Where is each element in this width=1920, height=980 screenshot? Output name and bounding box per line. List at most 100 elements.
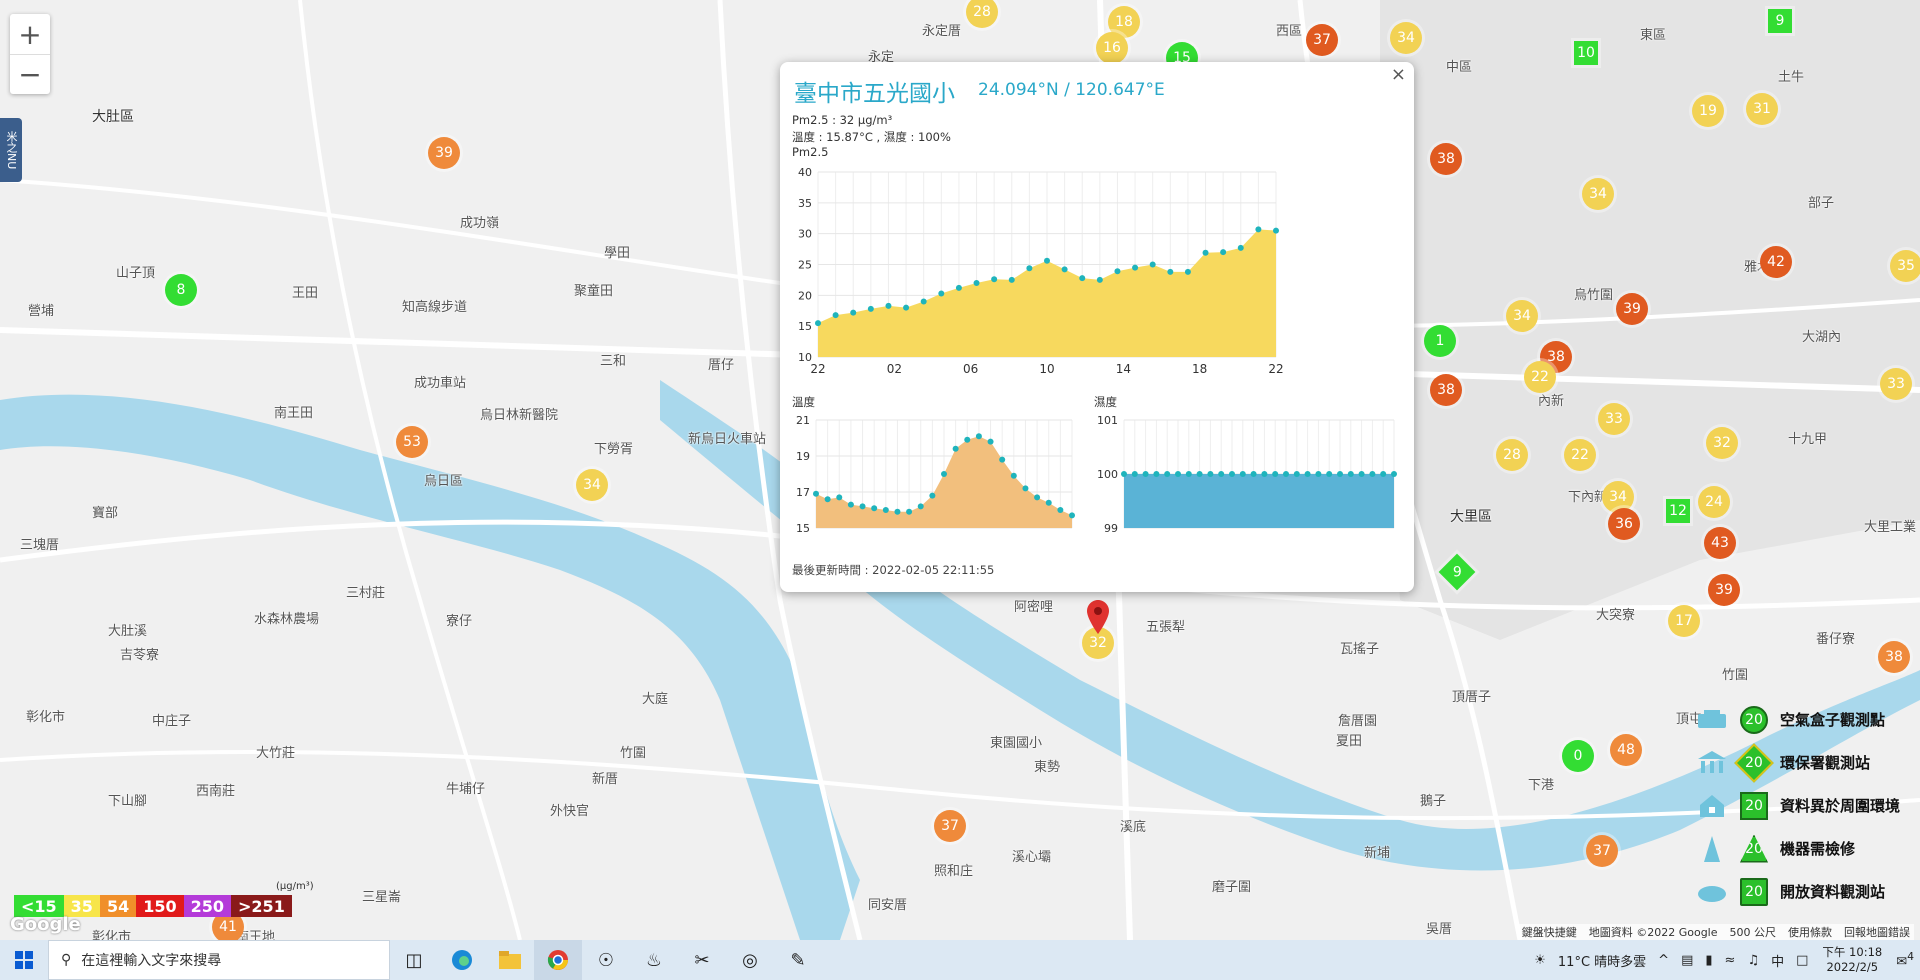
aqi-station-marker[interactable]: 28 xyxy=(1496,439,1528,471)
app-icon-snip[interactable]: ✂ xyxy=(678,940,726,980)
selected-location-pin[interactable] xyxy=(1087,600,1109,638)
zoom-control: + − xyxy=(10,14,50,94)
terms-link[interactable]: 使用條款 xyxy=(1788,924,1832,940)
x-tick-label: 18 xyxy=(1192,362,1207,376)
aqi-station-marker[interactable]: 8 xyxy=(165,274,197,306)
aqi-station-marker[interactable]: 9 xyxy=(1768,9,1792,33)
chart-point xyxy=(955,284,962,291)
chart-point xyxy=(1096,276,1103,283)
aqi-station-marker[interactable]: 39 xyxy=(428,137,460,169)
app-icon-compass[interactable]: ☉ xyxy=(582,940,630,980)
notification-icon[interactable]: ✉4 xyxy=(1890,950,1920,969)
map-place-label: 溪心壩 xyxy=(1012,850,1052,865)
zoom-in-button[interactable]: + xyxy=(10,14,50,54)
chart-point xyxy=(813,490,819,497)
aqi-station-marker[interactable]: 39 xyxy=(1616,293,1648,325)
aqi-station-marker[interactable]: 1 xyxy=(1424,325,1456,357)
map-place-label: 五張犁 xyxy=(1146,620,1186,635)
map-place-label: 東園國小 xyxy=(990,736,1043,751)
network-icon[interactable]: ▤ xyxy=(1675,953,1699,968)
map-place-label: 頂厝子 xyxy=(1452,690,1492,705)
aqi-station-marker[interactable]: 19 xyxy=(1692,95,1724,127)
zoom-out-button[interactable]: − xyxy=(10,54,50,94)
taskbar-clock[interactable]: 下午 10:18 2022/2/5 xyxy=(1814,945,1890,975)
chevron-up-icon[interactable]: ^ xyxy=(1652,953,1675,968)
y-tick-label: 15 xyxy=(796,522,810,535)
report-error-link[interactable]: 回報地圖錯誤 xyxy=(1844,924,1910,940)
aqi-station-marker[interactable]: 38 xyxy=(1430,374,1462,406)
chart-point xyxy=(1202,249,1209,256)
app-icon-notes[interactable]: ✎ xyxy=(774,940,822,980)
aqi-station-marker[interactable]: 17 xyxy=(1668,605,1700,637)
aqi-station-marker[interactable]: 53 xyxy=(396,426,428,458)
weather-text[interactable]: 11°C 晴時多雲 xyxy=(1552,951,1652,970)
legend-count-badge: 20 xyxy=(1739,791,1768,820)
chart-point xyxy=(906,508,913,515)
y-tick-label: 25 xyxy=(798,259,812,272)
app-icon-blender[interactable]: ◎ xyxy=(726,940,774,980)
y-tick-label: 15 xyxy=(798,320,812,333)
ime-mode-icon[interactable]: □ xyxy=(1790,953,1814,968)
map-place-label: 同安厝 xyxy=(868,898,908,913)
weather-icon[interactable]: ☀ xyxy=(1528,953,1552,968)
language-tab[interactable]: 米之NU xyxy=(0,118,22,182)
aqi-station-marker[interactable]: 32 xyxy=(1706,427,1738,459)
aqi-station-marker[interactable]: 22 xyxy=(1564,439,1596,471)
scale-unit: (μg/m³) xyxy=(276,881,314,892)
aqi-station-marker[interactable]: 0 xyxy=(1562,740,1594,772)
aqi-station-marker[interactable]: 34 xyxy=(1582,178,1614,210)
aqi-station-marker[interactable]: 24 xyxy=(1698,486,1730,518)
chart-point xyxy=(1272,471,1279,477)
aqi-station-marker[interactable]: 33 xyxy=(1598,403,1630,435)
distance-scale[interactable]: 500 公尺 xyxy=(1730,924,1777,940)
aqi-station-marker[interactable]: 34 xyxy=(576,469,608,501)
windows-start-icon[interactable] xyxy=(0,940,48,980)
keyboard-shortcuts-link[interactable]: 鍵盤快捷鍵 xyxy=(1522,924,1577,940)
aqi-station-marker[interactable]: 34 xyxy=(1390,22,1422,54)
popup-charts: 1015202530354022 02 06 10 14 18 22151719219910… xyxy=(796,166,1397,535)
task-view-icon[interactable]: ◫ xyxy=(390,940,438,980)
chart-point xyxy=(847,501,854,508)
aqi-station-marker[interactable]: 37 xyxy=(1306,24,1338,56)
edge-browser-icon[interactable] xyxy=(438,940,486,980)
ime-indicator[interactable]: 中 xyxy=(1765,951,1790,970)
battery-icon[interactable]: ▮ xyxy=(1699,953,1718,968)
aqi-station-marker[interactable]: 10 xyxy=(1574,41,1598,65)
aqi-station-marker[interactable]: 16 xyxy=(1096,32,1128,64)
volume-icon[interactable]: ♫ xyxy=(1741,953,1765,968)
aqi-station-marker[interactable]: 12 xyxy=(1666,499,1690,523)
aqi-station-marker[interactable]: 37 xyxy=(1586,835,1618,867)
aqi-station-marker[interactable]: 36 xyxy=(1608,508,1640,540)
scale-swatch: 250 xyxy=(183,895,232,917)
chrome-icon[interactable] xyxy=(534,940,582,980)
aqi-station-marker[interactable]: 43 xyxy=(1704,527,1736,559)
map-place-label: 新埔 xyxy=(1364,846,1391,861)
chart-point xyxy=(824,496,831,503)
map-place-label: 成功嶺 xyxy=(460,216,500,231)
aqi-station-marker[interactable]: 37 xyxy=(934,810,966,842)
map-place-label: 大湖內 xyxy=(1802,330,1842,345)
y-tick-label: 20 xyxy=(798,289,812,302)
aqi-station-marker[interactable]: 38 xyxy=(1430,143,1462,175)
chart-point xyxy=(1250,471,1257,477)
map-place-label: 大里工業 xyxy=(1864,520,1917,535)
aqi-station-marker[interactable]: 33 xyxy=(1880,368,1912,400)
file-explorer-icon[interactable] xyxy=(486,940,534,980)
wifi-icon[interactable]: ≈ xyxy=(1719,953,1742,968)
aqi-station-marker[interactable]: 42 xyxy=(1760,246,1792,278)
aqi-station-marker[interactable]: 39 xyxy=(1708,574,1740,606)
legend-label: 空氣盒子觀測點 xyxy=(1779,711,1885,729)
aqi-station-marker[interactable]: 38 xyxy=(1878,641,1910,673)
map-place-label: 中區 xyxy=(1446,60,1473,75)
map-place-label: 大肚區 xyxy=(92,109,134,125)
aqi-station-marker[interactable]: 31 xyxy=(1746,93,1778,125)
cloud-icon xyxy=(1694,877,1730,907)
map-place-label: 王田 xyxy=(292,286,319,301)
aqi-station-marker[interactable]: 35 xyxy=(1890,250,1920,282)
aqi-station-marker[interactable]: 48 xyxy=(1610,734,1642,766)
app-icon-duck[interactable]: ♨ xyxy=(630,940,678,980)
aqi-station-marker[interactable]: 34 xyxy=(1506,300,1538,332)
chart-point xyxy=(1175,471,1181,477)
taskbar-search-input[interactable]: ⚲ 在這裡輸入文字來搜尋 xyxy=(48,940,390,980)
aqi-station-marker[interactable]: 22 xyxy=(1524,361,1556,393)
